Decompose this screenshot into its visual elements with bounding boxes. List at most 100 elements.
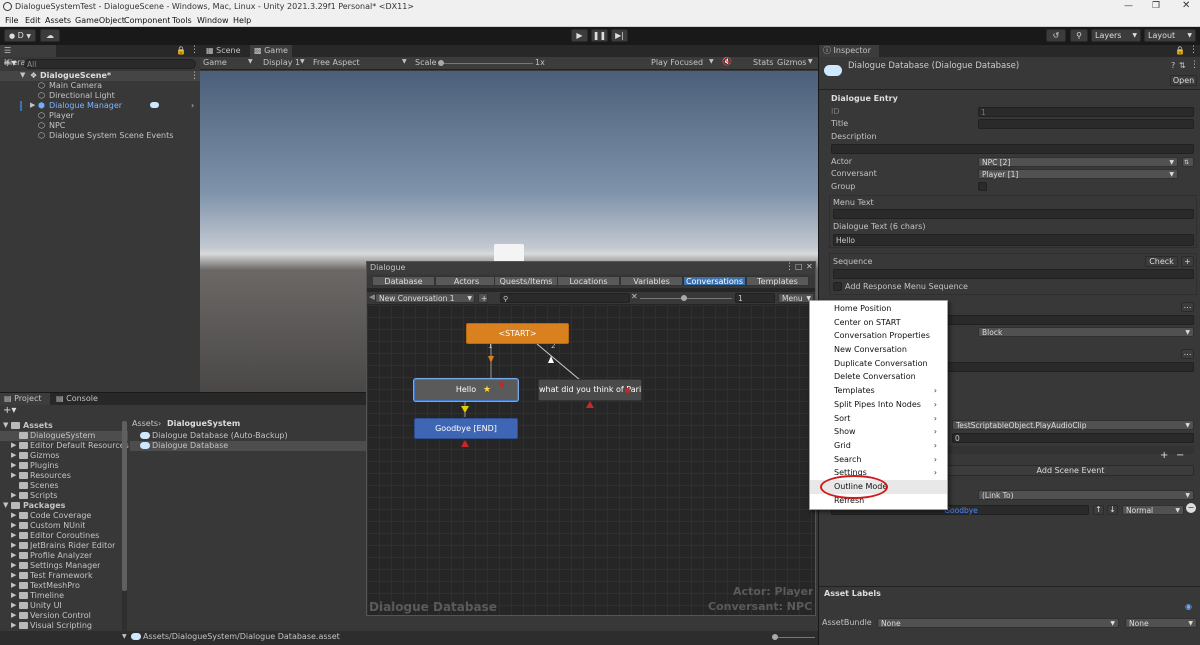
check-button[interactable]: Check: [1145, 256, 1178, 267]
more-icon[interactable]: ⋮: [190, 45, 199, 55]
conversation-dropdown[interactable]: New Conversation 1 ▼: [375, 293, 475, 303]
tab-conversations[interactable]: Conversations: [683, 276, 746, 286]
list-item[interactable]: ▶ ⬢ Dialogue Manager ›: [0, 101, 200, 111]
conversation-search-input[interactable]: ⚲: [500, 293, 630, 303]
expand-arrow-icon[interactable]: ▼: [3, 421, 8, 429]
start-node[interactable]: <START>: [466, 323, 569, 344]
clear-search-icon[interactable]: ✕: [631, 292, 638, 301]
gizmos-button[interactable]: Gizmos: [777, 58, 806, 68]
menu-help[interactable]: Help: [233, 16, 251, 25]
menu-item-grid[interactable]: Grid ›: [810, 439, 947, 453]
add-conversation-button[interactable]: +: [478, 293, 488, 303]
menu-tools[interactable]: Tools: [172, 16, 192, 25]
history-icon[interactable]: ↺: [1046, 29, 1066, 42]
label-tag-icon[interactable]: ◉: [1185, 602, 1192, 611]
menu-window[interactable]: Window: [197, 16, 229, 25]
menu-item-search[interactable]: Search ›: [810, 453, 947, 467]
event-argument-field[interactable]: 0: [952, 433, 1194, 443]
hierarchy-search-input[interactable]: All: [24, 59, 196, 69]
group-checkbox[interactable]: [978, 182, 987, 191]
icon-size-slider[interactable]: [775, 637, 815, 638]
stats-button[interactable]: Stats: [753, 58, 773, 68]
list-item[interactable]: DialogueSystem: [0, 431, 128, 441]
list-item[interactable]: ▶ Timeline: [0, 591, 128, 601]
expand-arrow-icon[interactable]: ▶: [11, 571, 16, 579]
close-icon[interactable]: ✕: [806, 262, 813, 271]
list-item[interactable]: ▶ Editor Coroutines: [0, 531, 128, 541]
list-item[interactable]: ▶ Editor Default Resources: [0, 441, 129, 451]
expand-arrow-icon[interactable]: ▶: [11, 541, 16, 549]
search-icon[interactable]: ⚲: [1070, 29, 1088, 42]
conversant-dropdown[interactable]: Player [1] ▼: [978, 169, 1178, 179]
menu-file[interactable]: File: [5, 16, 18, 25]
expand-arrow-icon[interactable]: ▶: [11, 511, 16, 519]
tab-hierarchy[interactable]: ☰ Hierarchy: [0, 45, 56, 67]
list-item[interactable]: ▶ Visual Scripting: [0, 621, 128, 631]
zoom-value-field[interactable]: 1: [735, 293, 775, 303]
tab-game[interactable]: ▩ Game: [250, 45, 292, 57]
remove-event-icon[interactable]: −: [1176, 450, 1184, 461]
chevron-right-icon[interactable]: ›: [191, 101, 194, 110]
menu-item-new-conversation[interactable]: New Conversation: [810, 343, 947, 357]
menu-item-delete-conversation[interactable]: Delete Conversation: [810, 370, 947, 384]
layers-dropdown[interactable]: Layers ▼: [1091, 29, 1141, 42]
link-to-dropdown[interactable]: (Link To) ▼: [978, 490, 1194, 500]
lock-icon[interactable]: 🔒: [1175, 46, 1185, 55]
list-item[interactable]: ⬡ Dialogue System Scene Events: [0, 131, 200, 141]
sequence-field[interactable]: [833, 269, 1194, 279]
expand-arrow-icon[interactable]: ▶: [11, 561, 16, 569]
list-item[interactable]: ⬡ Directional Light: [0, 91, 200, 101]
expand-arrow-icon[interactable]: ▶: [11, 531, 16, 539]
menu-item-duplicate-conversation[interactable]: Duplicate Conversation: [810, 357, 947, 371]
tab-console[interactable]: ▤ Console: [52, 393, 102, 405]
tab-scene[interactable]: ▦ Scene: [202, 45, 248, 57]
list-item[interactable]: ▶ Settings Manager: [0, 561, 128, 571]
more-icon[interactable]: ⋮: [785, 262, 794, 272]
title-field[interactable]: [978, 119, 1194, 129]
list-item[interactable]: ▶ Gizmos: [0, 451, 128, 461]
dialogue-text-field[interactable]: Hello: [833, 234, 1194, 246]
expand-arrow-icon[interactable]: ▶: [11, 491, 16, 499]
move-up-button[interactable]: ↑: [1093, 505, 1104, 515]
more-icon[interactable]: ⋮: [1189, 45, 1198, 55]
list-item[interactable]: ▶ Unity UI: [0, 601, 128, 611]
display-mode-dropdown[interactable]: Game: [203, 58, 227, 68]
expand-arrow-icon[interactable]: ▶: [11, 601, 16, 609]
menu-assets[interactable]: Assets: [45, 16, 71, 25]
maximize-button[interactable]: ❐: [1152, 1, 1160, 11]
list-item[interactable]: Scenes: [0, 481, 128, 491]
cloud-icon[interactable]: ☁: [40, 29, 60, 42]
block-dropdown[interactable]: Block ▼: [978, 327, 1194, 337]
expand-arrow-icon[interactable]: ▶: [11, 441, 16, 449]
step-button[interactable]: ▶|: [611, 29, 628, 42]
list-item[interactable]: ▶ Resources: [0, 471, 128, 481]
maximize-icon[interactable]: □: [795, 262, 803, 271]
menu-item-sort[interactable]: Sort ›: [810, 412, 947, 426]
expand-arrow-icon[interactable]: ▶: [11, 621, 16, 629]
expand-arrow-icon[interactable]: ▼: [3, 501, 8, 509]
help-icon[interactable]: ?: [1171, 61, 1175, 70]
expand-arrow-icon[interactable]: ▶: [30, 101, 35, 109]
mute-audio-icon[interactable]: 🔇: [722, 57, 732, 66]
goodbye-node[interactable]: Goodbye [END]: [414, 418, 518, 439]
tab-project[interactable]: ▤ Project: [0, 393, 50, 405]
swap-button[interactable]: ⇅: [1182, 157, 1194, 167]
scale-slider-handle[interactable]: [438, 60, 444, 66]
tab-inspector[interactable]: ⓘ Inspector: [819, 45, 879, 57]
event-method-dropdown[interactable]: TestScriptableObject.PlayAudioClip ▼: [952, 420, 1194, 430]
expand-arrow-icon[interactable]: ▶: [11, 521, 16, 529]
tab-variables[interactable]: Variables: [620, 276, 683, 286]
list-item[interactable]: ⬡ Player: [0, 111, 200, 121]
hello-node[interactable]: Hello ★: [414, 379, 518, 401]
add-response-checkbox[interactable]: [833, 282, 842, 291]
list-item[interactable]: ▶ Version Control: [0, 611, 128, 621]
menu-item-show[interactable]: Show ›: [810, 425, 947, 439]
expand-arrow-icon[interactable]: ▶: [11, 461, 16, 469]
list-item[interactable]: ▶ Custom NUnit: [0, 521, 128, 531]
variant-dropdown[interactable]: None ▼: [1125, 618, 1197, 628]
question-node[interactable]: what did you think of Pari: [538, 379, 642, 401]
menu-item-home-position[interactable]: Home Position: [810, 302, 947, 316]
menu-gameobject[interactable]: GameObject: [75, 16, 125, 25]
scene-row[interactable]: ▼ ❖ DialogueScene* ⋮: [0, 71, 200, 81]
tab-quests-items[interactable]: Quests/Items: [494, 276, 558, 286]
